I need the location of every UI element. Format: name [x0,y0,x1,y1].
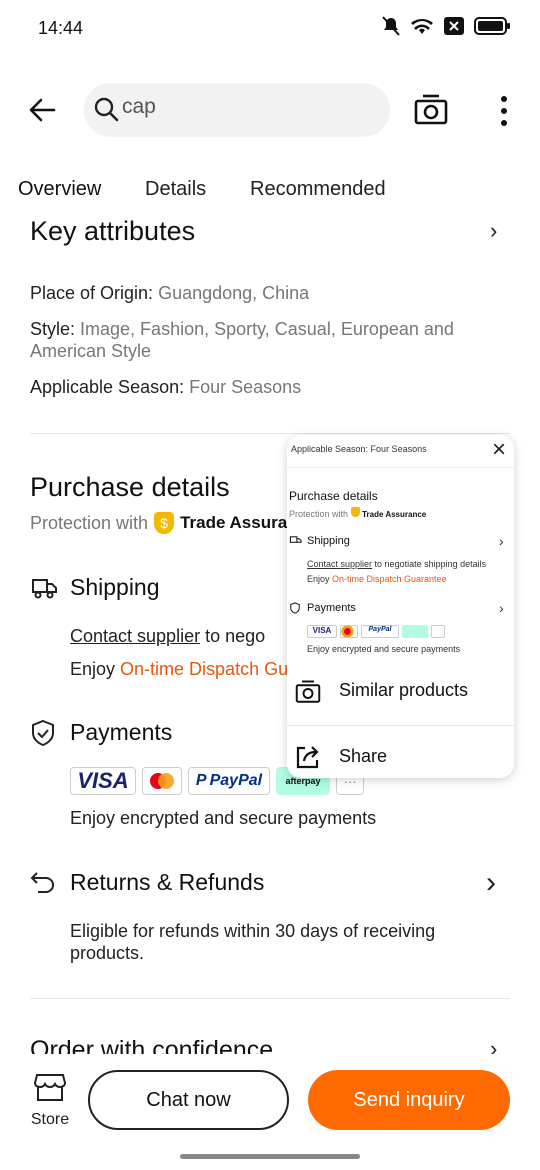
mastercard-logo [340,625,358,638]
mastercard-logo [142,767,182,795]
attribute-origin: Place of Origin: Guangdong, China [30,283,310,303]
trade-assurance-line: Protection with $ Trade Assuran [30,512,298,534]
preview-purchase-title: Purchase details [289,489,378,503]
divider [30,433,510,434]
chevron-right-icon[interactable]: › [490,218,497,244]
more-vertical-icon [501,96,507,126]
afterpay-logo [402,625,428,638]
payments-note: Enjoy encrypted and secure payments [70,808,377,828]
back-button[interactable] [24,92,60,128]
share-label: Share [339,746,388,766]
preview-dispatch-line: Enjoy On-time Dispatch Guarantee [307,574,447,584]
trade-assurance-icon [350,507,360,517]
status-time: 14:44 [38,18,84,38]
search-bar[interactable] [84,83,390,137]
preview-protection: Protection with Trade Assurance [289,507,427,519]
shipping-dispatch-line: Enjoy On-time Dispatch Gu [70,659,289,679]
close-icon[interactable]: × [487,438,511,463]
more-payments-badge [431,625,445,638]
no-sim-icon [444,17,464,35]
store-button[interactable]: Store [28,1072,72,1129]
arrow-left-icon [29,98,56,122]
purchase-details-title: Purchase details [30,472,230,502]
payments-title: Payments [70,719,173,745]
truck-icon [32,579,57,599]
chat-now-button[interactable]: Chat now [88,1070,289,1130]
returns-title: Returns & Refunds [70,869,265,895]
preview-shipping-title: Shipping [307,535,350,547]
visa-logo: VISA [70,767,136,795]
more-options-button[interactable] [494,94,514,128]
image-search-button[interactable] [414,94,450,128]
mute-icon [382,16,400,36]
dispatch-guarantee-link[interactable]: On-time Dispatch Gu [120,659,288,679]
send-inquiry-button[interactable]: Send inquiry [308,1070,510,1130]
contact-supplier-link[interactable]: Contact supplier [70,626,200,646]
preview-pay-note: Enjoy encrypted and secure payments [307,644,461,654]
chevron-right-icon: › [499,600,504,616]
wifi-icon [411,18,433,34]
divider [287,467,514,468]
attribute-style: Style: Image, Fashion, Sporty, Casual, E… [30,319,454,361]
tab-overview[interactable]: Overview [18,178,101,201]
paypal-logo: P PayPal [188,767,270,795]
truck-icon [289,536,302,543]
camera-icon [414,94,448,125]
shipping-title: Shipping [70,574,160,600]
battery-icon [474,17,510,35]
home-indicator[interactable] [180,1154,360,1159]
status-bar: 14:44 [0,0,540,56]
status-icons [382,16,510,36]
similar-products-item[interactable]: Similar products [287,662,514,724]
tab-recommended[interactable]: Recommended [250,178,386,201]
bottom-action-bar: Store Chat now Send inquiry [0,1054,540,1170]
store-label: Store [30,1111,70,1128]
trade-assurance-icon: $ [154,512,175,534]
order-confidence-title: Order with confidence [30,1036,274,1054]
divider [30,998,510,999]
share-popup: × Applicable Season: Four Seasons Purcha… [287,435,514,778]
store-icon [33,1074,67,1101]
key-attributes-title: Key attributes [30,216,196,246]
return-icon [30,872,54,893]
search-icon [94,97,119,122]
paypal-logo: PayPal [361,625,399,638]
camera-icon [295,680,321,703]
share-item[interactable]: Share [287,728,514,778]
preview-season: Applicable Season: Four Seasons [291,444,427,454]
chevron-right-icon[interactable]: › [486,866,496,900]
similar-products-label: Similar products [339,680,469,700]
preview-payment-logos: VISA PayPal [307,625,445,638]
preview-payments-title: Payments [307,602,356,614]
divider [287,725,514,726]
chevron-right-icon[interactable]: › [490,1036,497,1054]
chevron-right-icon: › [499,533,504,549]
visa-logo: VISA [307,625,337,638]
shield-check-icon [290,602,300,614]
attribute-season: Applicable Season: Four Seasons [30,377,302,397]
shipping-contact-line: Contact supplier to nego [70,626,266,646]
shield-check-icon [32,719,54,747]
search-input[interactable] [122,95,372,119]
returns-note: Eligible for refunds within 30 days of r… [70,921,436,963]
tab-details[interactable]: Details [145,178,206,201]
top-bar [0,80,540,140]
share-icon [296,746,319,769]
preview-contact-line: Contact supplier to negotiate shipping d… [307,559,487,569]
